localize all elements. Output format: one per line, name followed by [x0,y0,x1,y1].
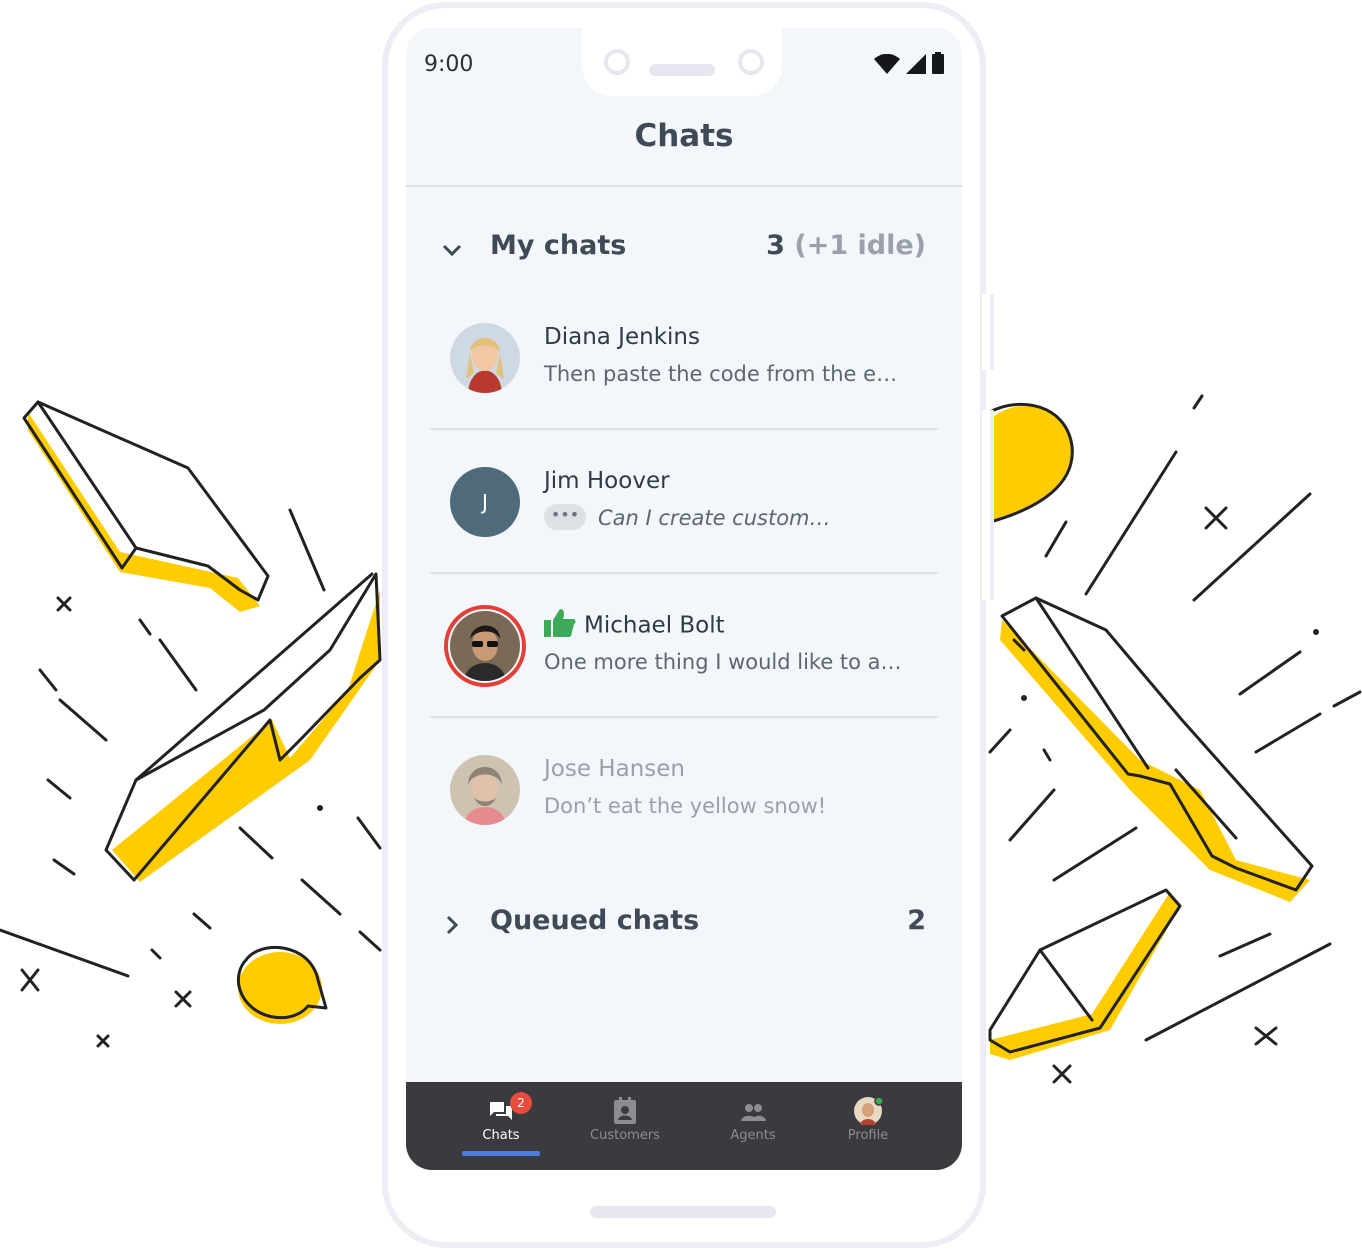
chevron-right-icon [446,915,459,935]
nav-label: Chats [482,1128,520,1143]
phone-screen: 9:00 Chats My chats 3 (+1 idle) Diana Je… [406,28,962,1170]
avatar [450,611,520,681]
header-divider [406,185,962,187]
thumbs-up-icon [544,609,576,637]
status-icons [874,52,944,74]
speaker-grille [649,64,715,76]
queued-chats-header[interactable]: Queued chats 2 [406,903,962,947]
chats-badge: 2 [510,1092,532,1114]
chat-item-michael-bolt[interactable]: Michael Bolt One more thing I would like… [430,574,938,718]
chat-name: Michael Bolt [544,609,725,640]
chat-item-jim-hoover[interactable]: J Jim Hoover ••• Can I create custom… [430,430,938,574]
chat-preview: Then paste the code from the e… [544,362,898,386]
nav-agents[interactable]: Agents [698,1096,808,1143]
phone-side-button [982,294,994,370]
avatar-icon [854,1096,883,1125]
chat-preview: One more thing I would like to a… [544,650,902,674]
my-chats-count: 3 (+1 idle) [766,230,926,261]
avatar [450,323,520,393]
queued-chats-label: Queued chats [490,905,700,936]
wifi-icon [874,54,900,74]
battery-icon [932,52,944,74]
status-time: 9:00 [424,52,474,77]
signal-icon [906,54,926,74]
chat-item-jose-hansen[interactable]: Jose Hansen Don’t eat the yellow snow! [430,718,938,862]
chat-preview: Don’t eat the yellow snow! [544,794,827,818]
nav-label: Agents [730,1128,776,1143]
active-tab-indicator [462,1151,540,1156]
camera-icon [604,49,630,75]
idle-count: (+1 idle) [794,230,926,261]
phone-volume-button [982,410,994,600]
queued-chats-count: 2 [907,905,926,936]
chat-name: Jose Hansen [544,756,685,782]
chat-name: Diana Jenkins [544,324,700,350]
home-indicator [590,1206,776,1218]
contacts-icon [614,1097,636,1124]
chat-name: Jim Hoover [544,468,670,494]
nav-label: Profile [847,1128,889,1143]
nav-chats[interactable]: 2 Chats [446,1092,556,1143]
my-chats-header[interactable]: My chats 3 (+1 idle) [406,228,962,272]
nav-profile[interactable]: Profile [813,1096,923,1143]
page-title: Chats [634,118,734,154]
avatar: J [450,467,520,537]
phone-notch [582,28,782,96]
typing-indicator-icon: ••• [544,504,586,530]
sensor-icon [738,49,764,75]
bottom-navigation: 2 Chats Customers Agents Profile [406,1082,962,1170]
my-chats-label: My chats [490,230,627,261]
chat-preview: ••• Can I create custom… [544,504,831,532]
people-icon [741,1104,766,1121]
nav-label: Customers [590,1128,660,1143]
chevron-down-icon [442,244,462,257]
nav-customers[interactable]: Customers [570,1096,680,1143]
chat-item-diana-jenkins[interactable]: Diana Jenkins Then paste the code from t… [430,286,938,430]
avatar [450,755,520,825]
